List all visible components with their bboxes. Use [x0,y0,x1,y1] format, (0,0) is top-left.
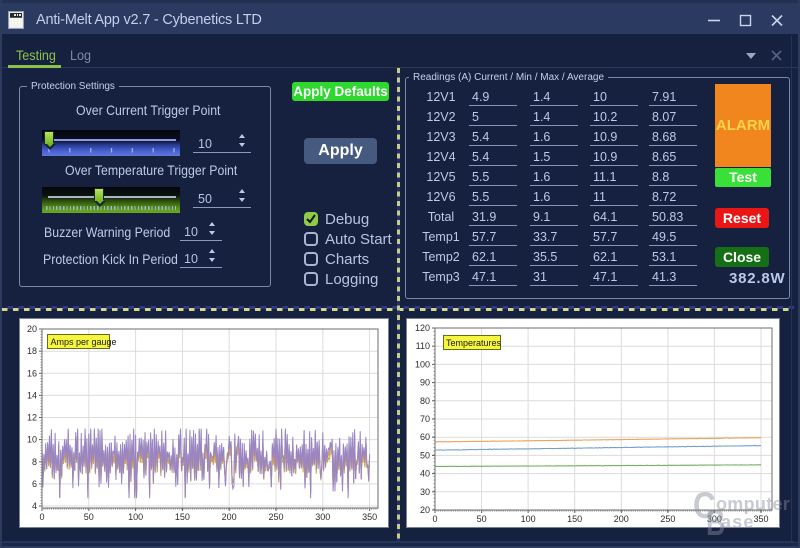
svg-text:10: 10 [27,435,37,445]
svg-text:30: 30 [420,487,430,497]
svg-text:60: 60 [420,432,430,442]
svg-text:8: 8 [32,457,37,467]
svg-text:12: 12 [27,413,37,423]
svg-text:100: 100 [415,359,430,369]
svg-text:50: 50 [420,450,430,460]
svg-text:20: 20 [420,505,430,515]
svg-text:200: 200 [614,514,629,524]
svg-text:16: 16 [27,368,37,378]
svg-text:100: 100 [128,512,143,522]
svg-text:14: 14 [27,390,37,400]
svg-text:50: 50 [84,512,94,522]
svg-text:300: 300 [315,512,330,522]
svg-text:150: 150 [567,514,582,524]
svg-text:200: 200 [222,512,237,522]
svg-text:0: 0 [39,512,44,522]
svg-text:100: 100 [521,514,536,524]
svg-text:70: 70 [420,414,430,424]
svg-text:120: 120 [415,323,430,333]
svg-text:6: 6 [32,479,37,489]
svg-text:250: 250 [268,512,283,522]
svg-text:Temperatures: Temperatures [446,338,502,348]
svg-text:4: 4 [32,501,37,511]
svg-text:350: 350 [753,514,768,524]
svg-text:40: 40 [420,469,430,479]
svg-text:110: 110 [416,341,430,351]
svg-text:150: 150 [175,512,190,522]
svg-text:80: 80 [420,396,430,406]
svg-text:250: 250 [660,514,675,524]
svg-text:18: 18 [27,346,37,356]
svg-text:90: 90 [420,378,430,388]
svg-text:Amps per gauge: Amps per gauge [51,337,117,347]
svg-text:20: 20 [27,324,37,334]
svg-text:350: 350 [362,512,377,522]
svg-text:0: 0 [432,514,437,524]
svg-text:50: 50 [477,514,487,524]
